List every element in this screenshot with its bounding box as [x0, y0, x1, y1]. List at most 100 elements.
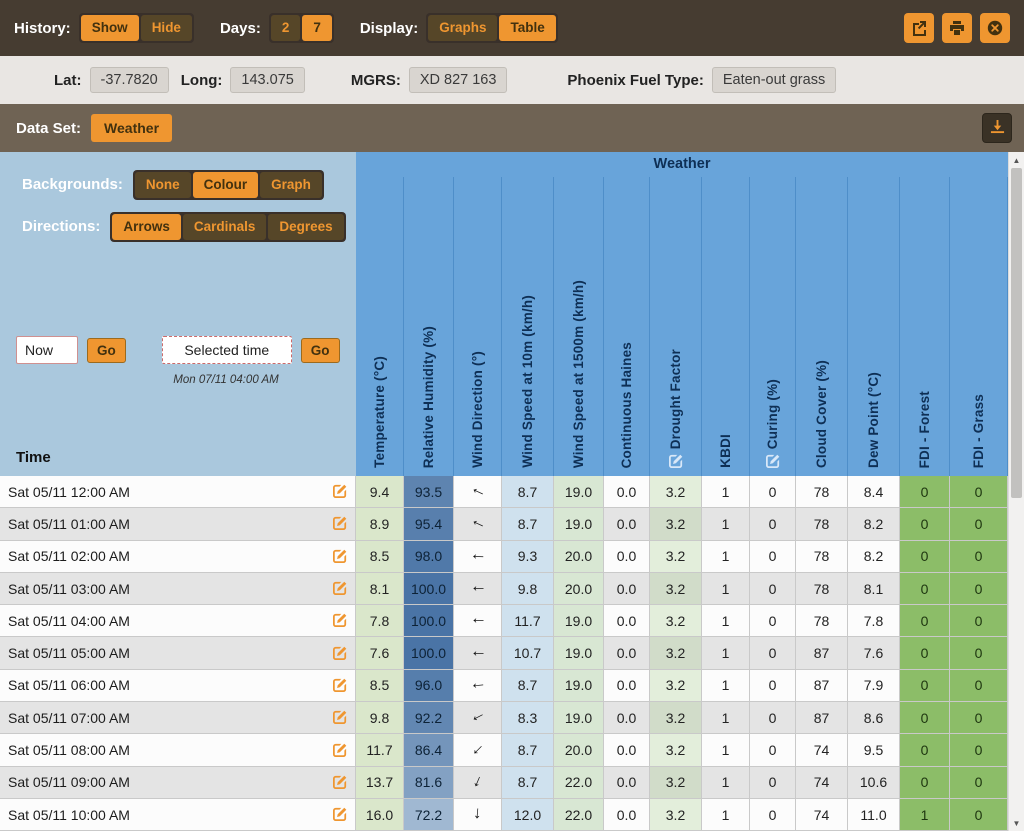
cell-haines: 0.0 [604, 767, 650, 799]
cell-haines: 0.0 [604, 605, 650, 637]
directions-degrees-button[interactable]: Degrees [268, 214, 343, 240]
cell-curing: 0 [750, 573, 796, 605]
cell-ws1500: 19.0 [554, 476, 604, 508]
cell-fdif: 0 [900, 670, 950, 702]
cell-df: 3.2 [650, 476, 702, 508]
cell-wdir: ↑ [454, 734, 502, 766]
cell-ws1500: 22.0 [554, 799, 604, 831]
cell-fdig: 0 [950, 799, 1008, 831]
edit-row-button[interactable] [333, 678, 347, 693]
cell-dew: 7.9 [848, 670, 900, 702]
dataset-weather-button[interactable]: Weather [91, 114, 172, 142]
cell-curing: 0 [750, 670, 796, 702]
cell-ws10: 8.3 [502, 702, 554, 734]
cell-cloud: 74 [796, 767, 848, 799]
cell-rh: 100.0 [404, 637, 454, 669]
cell-ws10: 8.7 [502, 734, 554, 766]
edit-row-button[interactable] [333, 516, 347, 531]
column-header-cloud: Cloud Cover (%) [796, 177, 848, 476]
selected-time-go-button[interactable]: Go [301, 338, 340, 363]
edit-row-button[interactable] [333, 613, 347, 628]
column-header-wdir: Wind Direction (°) [454, 177, 502, 476]
edit-row-button[interactable] [333, 807, 347, 822]
fuel-type-value: Eaten-out grass [712, 67, 836, 93]
cell-ws10: 9.3 [502, 541, 554, 573]
history-hide-button[interactable]: Hide [141, 15, 192, 41]
cell-curing: 0 [750, 476, 796, 508]
cell-kbdi: 1 [702, 734, 750, 766]
cell-rh: 95.4 [404, 508, 454, 540]
cell-curing: 0 [750, 541, 796, 573]
row-time-label: Sat 05/11 09:00 AM [0, 774, 333, 790]
selected-time-note: Mon 07/11 04:00 AM [150, 374, 302, 386]
cell-temp: 8.9 [356, 508, 404, 540]
column-headers: Temperature (°C)Relative Humidity (%)Win… [356, 177, 1008, 476]
table-rows: Sat 05/11 12:00 AM9.493.5↑8.719.00.03.21… [0, 476, 1008, 831]
cell-df: 3.2 [650, 767, 702, 799]
table-row: Sat 05/11 08:00 AM11.786.4↑8.720.00.03.2… [0, 734, 1008, 766]
long-label: Long: [181, 72, 223, 89]
display-toggle-group: Graphs Table [426, 13, 558, 43]
days-2-button[interactable]: 2 [271, 15, 301, 41]
display-graphs-button[interactable]: Graphs [428, 15, 497, 41]
edit-row-button[interactable] [333, 775, 347, 790]
table-title: Weather [356, 152, 1008, 177]
vertical-scrollbar[interactable]: ▲ ▼ [1008, 152, 1024, 831]
cell-dew: 10.6 [848, 767, 900, 799]
background-colour-button[interactable]: Colour [193, 172, 259, 198]
print-icon [949, 20, 965, 36]
directions-arrows-button[interactable]: Arrows [112, 214, 181, 240]
edit-row-button[interactable] [333, 743, 347, 758]
cell-rh: 100.0 [404, 605, 454, 637]
column-header-ws1500: Wind Speed at 1500m (km/h) [554, 177, 604, 476]
cell-wdir: ↑ [454, 476, 502, 508]
cell-curing: 0 [750, 702, 796, 734]
edit-row-button[interactable] [333, 581, 347, 596]
open-external-button[interactable] [904, 13, 934, 43]
scrollbar-thumb[interactable] [1011, 168, 1022, 498]
cell-fdig: 0 [950, 573, 1008, 605]
scroll-down-icon[interactable]: ▼ [1009, 815, 1024, 831]
wind-direction-arrow: ↑ [468, 710, 487, 725]
close-button[interactable] [980, 13, 1010, 43]
edit-row-button[interactable] [333, 484, 347, 499]
lat-label: Lat: [54, 72, 82, 89]
edit-row-button[interactable] [333, 646, 347, 661]
cell-df: 3.2 [650, 605, 702, 637]
cell-haines: 0.0 [604, 541, 650, 573]
days-toggle-group: 2 7 [269, 13, 334, 43]
column-header-label: Wind Speed at 10m (km/h) [520, 295, 535, 468]
now-input[interactable] [16, 336, 78, 364]
background-graph-button[interactable]: Graph [260, 172, 322, 198]
cell-dew: 8.2 [848, 508, 900, 540]
days-7-button[interactable]: 7 [302, 15, 332, 41]
cell-rh: 81.6 [404, 767, 454, 799]
edit-icon[interactable] [669, 454, 683, 468]
wind-direction-arrow: ↑ [469, 552, 486, 561]
fuel-type-label: Phoenix Fuel Type: [567, 72, 703, 89]
cell-fdif: 0 [900, 767, 950, 799]
edit-icon[interactable] [766, 454, 780, 468]
cell-df: 3.2 [650, 541, 702, 573]
display-table-button[interactable]: Table [499, 15, 555, 41]
weather-table: Backgrounds: None Colour Graph Direction… [0, 152, 1008, 831]
directions-cardinals-button[interactable]: Cardinals [183, 214, 267, 240]
table-row: Sat 05/11 10:00 AM16.072.2↑12.022.00.03.… [0, 799, 1008, 831]
now-go-button[interactable]: Go [87, 338, 126, 363]
wind-direction-arrow: ↑ [469, 617, 486, 626]
print-button[interactable] [942, 13, 972, 43]
cell-haines: 0.0 [604, 637, 650, 669]
history-show-button[interactable]: Show [81, 15, 139, 41]
scroll-up-icon[interactable]: ▲ [1009, 152, 1024, 168]
background-none-button[interactable]: None [135, 172, 191, 198]
row-time-label: Sat 05/11 03:00 AM [0, 581, 333, 597]
cell-fdig: 0 [950, 702, 1008, 734]
edit-row-button[interactable] [333, 710, 347, 725]
selected-time-input[interactable] [162, 336, 292, 364]
weather-app-window: History: Show Hide Days: 2 7 Display: Gr… [0, 0, 1024, 831]
mgrs-field: MGRS: XD 827 163 [351, 67, 508, 93]
cell-fdig: 0 [950, 670, 1008, 702]
edit-row-button[interactable] [333, 549, 347, 564]
download-button[interactable] [982, 113, 1012, 143]
table-row: Sat 05/11 12:00 AM9.493.5↑8.719.00.03.21… [0, 476, 1008, 508]
